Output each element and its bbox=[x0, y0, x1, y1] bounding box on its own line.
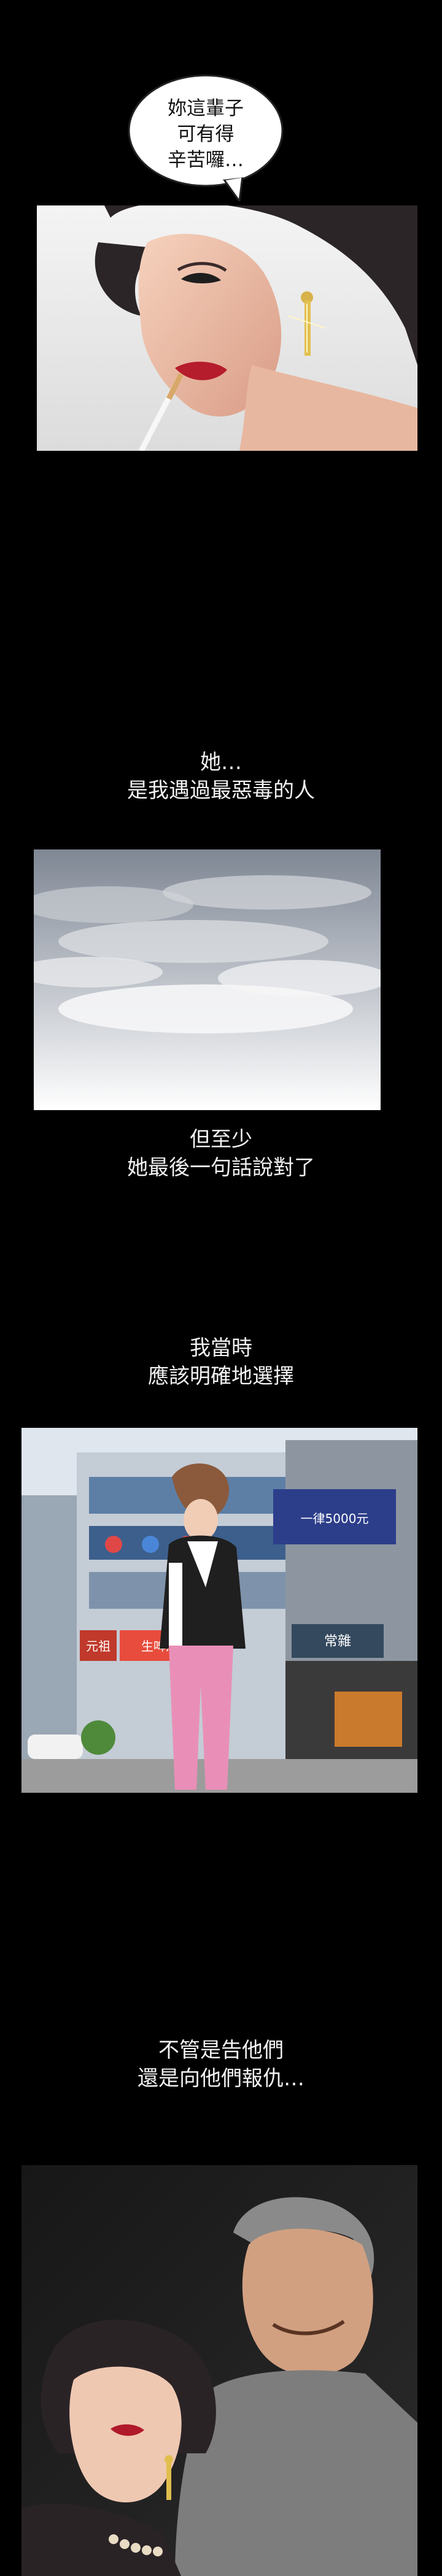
caption-line: 她… bbox=[200, 750, 242, 775]
street-scene-illustration: 元祖 生啤酒屋 一律5000元 常雜 bbox=[21, 1428, 417, 1793]
woman-and-man-illustration bbox=[21, 2165, 417, 2576]
sign-price: 一律5000元 bbox=[301, 1511, 369, 1526]
caption-line: 不管是告他們 bbox=[158, 2038, 284, 2063]
caption-line: 是我遇過最惡毒的人 bbox=[127, 778, 315, 803]
caption-line: 但至少 bbox=[190, 1127, 252, 1152]
narration-caption-4: 不管是告他們 還是向他們報仇… bbox=[0, 2036, 442, 2093]
panel-woman-smoking bbox=[37, 205, 417, 451]
panel-woman-and-man bbox=[21, 2165, 417, 2576]
sign-yuanzu: 元祖 bbox=[86, 1639, 110, 1654]
panel-street-scene: 元祖 生啤酒屋 一律5000元 常雜 bbox=[21, 1428, 417, 1793]
woman-smoking-illustration bbox=[37, 205, 417, 451]
sign-shop: 常雜 bbox=[324, 1634, 351, 1649]
narration-caption-3: 我當時 應該明確地選擇 bbox=[0, 1334, 442, 1390]
speech-bubble-text: 妳這輩子 可有得 辛苦囉… bbox=[126, 96, 285, 173]
caption-line: 應該明確地選擇 bbox=[148, 1364, 294, 1389]
speech-line: 辛苦囉… bbox=[168, 149, 244, 171]
narration-caption-1: 她… 是我遇過最惡毒的人 bbox=[0, 748, 442, 805]
speech-bubble: 妳這輩子 可有得 辛苦囉… bbox=[126, 72, 285, 201]
panel-cloudy-sky bbox=[34, 849, 381, 1110]
speech-line: 可有得 bbox=[177, 123, 235, 145]
caption-line: 還是向他們報仇… bbox=[138, 2066, 304, 2091]
caption-line: 她最後一句話說對了 bbox=[127, 1156, 315, 1180]
speech-line: 妳這輩子 bbox=[168, 98, 244, 120]
cloudy-sky-illustration bbox=[34, 849, 381, 1110]
caption-line: 我當時 bbox=[190, 1336, 252, 1360]
narration-caption-2: 但至少 她最後一句話說對了 bbox=[0, 1125, 442, 1182]
